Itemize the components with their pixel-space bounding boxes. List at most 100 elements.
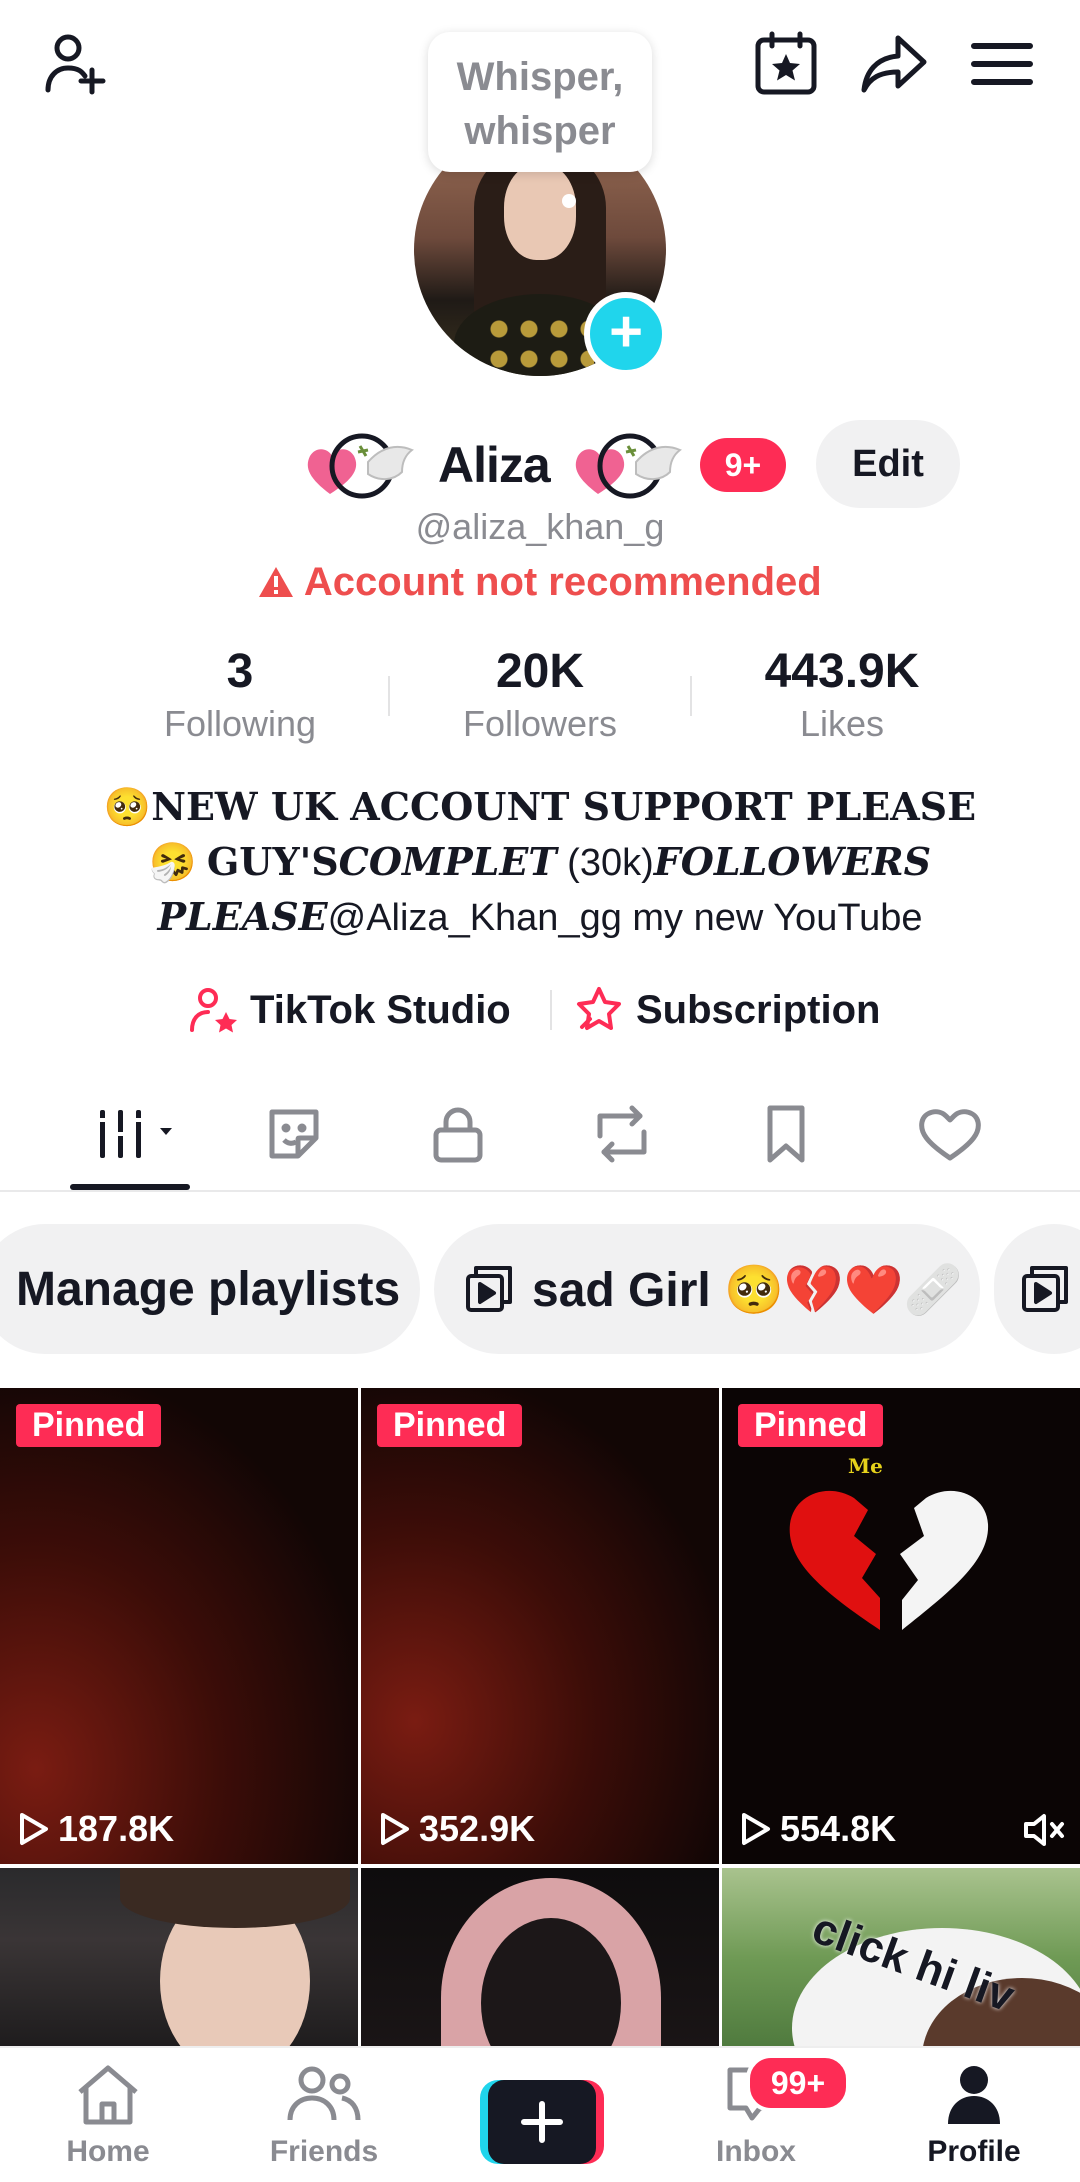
profile-bio: 🥺NEW UK ACCOUNT SUPPORT PLEASE 🤧 GUY'SCO… — [0, 780, 1080, 945]
video-tile[interactable]: Pinned 187.8K — [0, 1388, 358, 1864]
heart-outline-icon — [919, 1109, 981, 1161]
bio-line-2a: GUY'S — [206, 839, 339, 884]
bookmark-icon — [767, 1105, 805, 1163]
share-arrow-icon — [861, 35, 927, 93]
calendar-button[interactable] — [750, 28, 822, 100]
manage-playlists-label: Manage playlists — [16, 1262, 401, 1316]
status-line-2: whisper — [464, 109, 616, 153]
view-count: 554.8K — [738, 1808, 896, 1850]
bio-emoji-sneeze: 🤧 — [148, 842, 197, 884]
nav-friends-label: Friends — [269, 2135, 379, 2168]
hamburger-menu-icon — [971, 43, 1033, 85]
tiktok-studio-label: TikTok Studio — [250, 987, 511, 1032]
bio-line-3a: PLEASE — [157, 894, 328, 939]
broken-heart-icon — [789, 1490, 989, 1630]
friends-icon — [287, 2066, 361, 2121]
bio-emoji-pleading: 🥺 — [103, 787, 152, 829]
manage-playlists-button[interactable]: Manage playlists — [0, 1224, 420, 1354]
tab-videos[interactable] — [80, 1094, 180, 1174]
likes-label: Likes — [799, 703, 885, 744]
nav-home-label: Home — [66, 2135, 150, 2168]
nav-friends[interactable]: Friends — [244, 2062, 404, 2169]
stat-followers[interactable]: 20K Followers — [410, 644, 670, 745]
menu-button[interactable] — [966, 28, 1038, 100]
status-line-1: Whisper, — [456, 55, 624, 99]
bio-line-2b: COMPLET — [338, 839, 557, 884]
grid-bars-icon — [100, 1110, 172, 1158]
pinned-badge: Pinned — [738, 1404, 884, 1447]
view-count-text: 352.9K — [419, 1808, 536, 1849]
likes-count: 443.9K — [764, 645, 920, 698]
tab-stickers[interactable] — [244, 1094, 344, 1174]
add-story-button[interactable]: + — [584, 292, 668, 376]
bio-line-2d: FOLLOWERS — [653, 839, 932, 884]
play-icon — [20, 1813, 48, 1845]
nav-inbox-label: Inbox — [716, 2135, 796, 2168]
edit-profile-button[interactable]: Edit — [816, 420, 960, 508]
me-label: Me — [848, 1454, 883, 1478]
following-label: Following — [163, 703, 317, 744]
warning-icon — [259, 567, 294, 597]
following-count: 3 — [226, 645, 254, 698]
person-star-icon — [190, 988, 237, 1033]
subscription-star-icon — [577, 987, 621, 1030]
profile-icon — [948, 2066, 1000, 2124]
link-divider — [550, 990, 552, 1030]
view-count-text: 554.8K — [780, 1808, 897, 1849]
stat-divider — [690, 676, 692, 716]
pinned-badge: Pinned — [16, 1404, 162, 1447]
subscription-label: Subscription — [636, 987, 881, 1032]
create-button[interactable] — [480, 2080, 604, 2164]
muted-speaker-icon[interactable] — [1022, 1810, 1068, 1850]
stat-likes[interactable]: 443.9K Likes — [712, 644, 972, 745]
video-tile[interactable]: click hi liv — [722, 1868, 1080, 2048]
status-bubble[interactable]: Whisper, whisper — [428, 32, 652, 172]
heart-dove-sticker-left — [307, 433, 414, 499]
profile-name: Aliza — [438, 437, 551, 493]
username-handle: @aliza_khan_g — [415, 506, 665, 547]
add-friend-button[interactable] — [40, 28, 112, 100]
repost-icon — [597, 1105, 647, 1163]
bottom-nav: Home Friends Inbox 99+ Profile — [0, 2046, 1080, 2182]
playlist-sad-girl-label: sad Girl 🥺💔❤️🩹 — [532, 1263, 964, 1317]
bio-line-3b: @Aliza_Khan_gg my new YouTube — [327, 897, 923, 939]
followers-label: Followers — [462, 703, 618, 744]
pinned-badge: Pinned — [377, 1404, 523, 1447]
tab-liked[interactable] — [900, 1094, 1000, 1174]
video-tile[interactable]: Pinned Me 554.8K — [722, 1388, 1080, 1864]
notifications-badge[interactable]: 9+ — [700, 438, 786, 492]
lock-icon — [433, 1107, 483, 1163]
playlist-sad-girl[interactable]: sad Girl 🥺💔❤️🩹 — [434, 1224, 980, 1354]
share-button[interactable] — [858, 28, 930, 100]
tab-saved[interactable] — [736, 1094, 836, 1174]
bio-line-2c: (30k) — [556, 842, 654, 884]
play-icon — [381, 1813, 409, 1845]
calendar-star-icon — [755, 31, 817, 95]
nav-home[interactable]: Home — [28, 2062, 188, 2169]
view-count: 187.8K — [16, 1808, 174, 1850]
tiktok-studio-link[interactable]: TikTok Studio — [188, 982, 511, 1038]
video-tile[interactable] — [0, 1868, 358, 2048]
account-warning[interactable]: Account not recommended — [0, 560, 1080, 605]
nav-profile[interactable]: Profile — [894, 2062, 1054, 2169]
tab-private[interactable] — [408, 1094, 508, 1174]
nav-profile-label: Profile — [927, 2135, 1021, 2168]
bubble-tail — [562, 194, 576, 208]
person-plus-icon — [45, 34, 106, 95]
video-tile[interactable] — [361, 1868, 719, 2048]
playlist-more[interactable] — [994, 1224, 1080, 1354]
plus-icon — [521, 2101, 563, 2143]
bio-line-1: NEW UK ACCOUNT SUPPORT PLEASE — [151, 784, 977, 829]
playlist-icon — [466, 1266, 512, 1312]
view-count-text: 187.8K — [58, 1808, 175, 1849]
account-warning-text: Account not recommended — [303, 560, 822, 604]
tabs-divider — [0, 1190, 1080, 1192]
subscription-link[interactable]: Subscription — [572, 982, 880, 1038]
stat-divider — [388, 676, 390, 716]
video-tile[interactable]: Pinned 352.9K — [361, 1388, 719, 1864]
tab-reposts[interactable] — [572, 1094, 672, 1174]
view-count: 352.9K — [377, 1808, 535, 1850]
stat-following[interactable]: 3 Following — [110, 644, 370, 745]
play-icon — [742, 1813, 770, 1845]
sticker-face-icon — [269, 1109, 319, 1159]
